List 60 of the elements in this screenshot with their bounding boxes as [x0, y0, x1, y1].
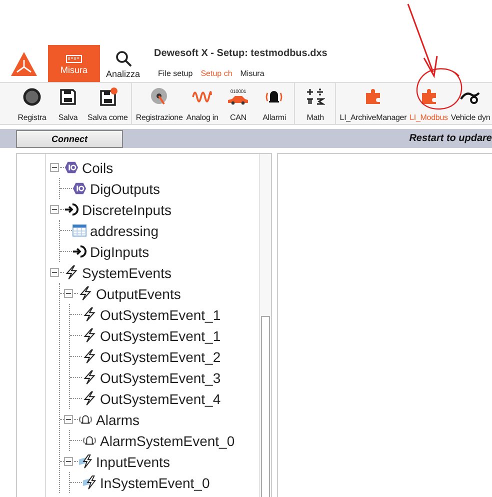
lightning-icon	[64, 265, 79, 280]
disk-icon	[149, 87, 170, 107]
sub-tab[interactable]: Misura	[236, 65, 268, 82]
scrollbar[interactable]	[259, 154, 271, 497]
coil-icon	[64, 160, 79, 175]
logo-icon	[10, 50, 38, 76]
tree-item[interactable]: InSystemEvent_0	[100, 474, 210, 490]
expander[interactable]	[64, 457, 73, 466]
lightning-icon	[82, 349, 97, 364]
tree-item[interactable]: DiscreteInputs	[82, 202, 172, 218]
toolbar-button[interactable]: Registrazione	[134, 83, 184, 124]
expander[interactable]	[50, 268, 59, 277]
coil-icon	[72, 181, 87, 196]
expander[interactable]	[64, 415, 73, 424]
record-icon	[22, 87, 42, 107]
tree-item[interactable]: OutSystemEvent_1	[100, 328, 221, 344]
lightning-icon	[82, 307, 97, 322]
tree-item[interactable]: AlarmSystemEvent_0	[100, 432, 235, 448]
expander[interactable]	[64, 289, 73, 298]
status-message: Restart to updare	[409, 133, 492, 144]
sub-tab[interactable]: File setup	[154, 65, 197, 82]
floppy-icon	[98, 87, 118, 107]
expander[interactable]	[50, 205, 59, 214]
tree-item[interactable]: Alarms	[96, 412, 140, 428]
toolbar-button[interactable]: Registra	[14, 83, 50, 124]
toolbar-button[interactable]: Salva	[50, 83, 86, 124]
table-icon	[72, 223, 87, 238]
toolbar-button[interactable]: Allarmi	[256, 83, 292, 124]
tree-item[interactable]: OutSystemEvent_2	[100, 348, 221, 364]
toolbar-button[interactable]: Salva come	[86, 83, 130, 124]
tree-item[interactable]: SystemEvents	[82, 264, 172, 280]
ruler-icon	[66, 54, 82, 62]
connect-button[interactable]: Connect	[16, 130, 123, 148]
lightning-icon	[82, 475, 97, 490]
lightning-icon	[82, 370, 97, 385]
expander[interactable]	[50, 163, 59, 172]
lightning-icon	[82, 391, 97, 406]
window-title: Dewesoft X - Setup: testmodbus.dxs	[154, 48, 328, 59]
lightning-icon	[82, 328, 97, 343]
lightning-icon	[78, 454, 93, 469]
tree-item[interactable]: OutputEvents	[96, 286, 181, 302]
toolbar-button[interactable]: LI_ArchiveManager	[338, 83, 408, 124]
toolbar-button[interactable]: Analog in	[184, 83, 220, 124]
tree-item[interactable]: Coils	[82, 160, 114, 176]
floppy-icon	[58, 87, 78, 107]
tree-item[interactable]: InputEvents	[96, 454, 170, 470]
math-icon	[305, 87, 326, 107]
tree-item[interactable]: OutSystemEvent_4	[100, 390, 221, 406]
input-icon	[72, 244, 87, 259]
search-icon	[114, 50, 132, 67]
input-icon	[64, 202, 79, 217]
tree-item[interactable]: OutSystemEvent_1	[100, 306, 221, 322]
toolbar-button[interactable]: Vehicle dyn	[449, 83, 492, 124]
tree-item[interactable]: DigOutputs	[90, 180, 160, 196]
tree-item[interactable]: addressing	[90, 222, 158, 238]
lightning-icon	[78, 286, 93, 301]
tree-item[interactable]: DigInputs	[90, 244, 150, 260]
tree-item[interactable]: OutSystemEvent_3	[100, 370, 221, 386]
toolbar-button[interactable]: Math	[297, 83, 334, 124]
car-icon	[227, 94, 250, 104]
